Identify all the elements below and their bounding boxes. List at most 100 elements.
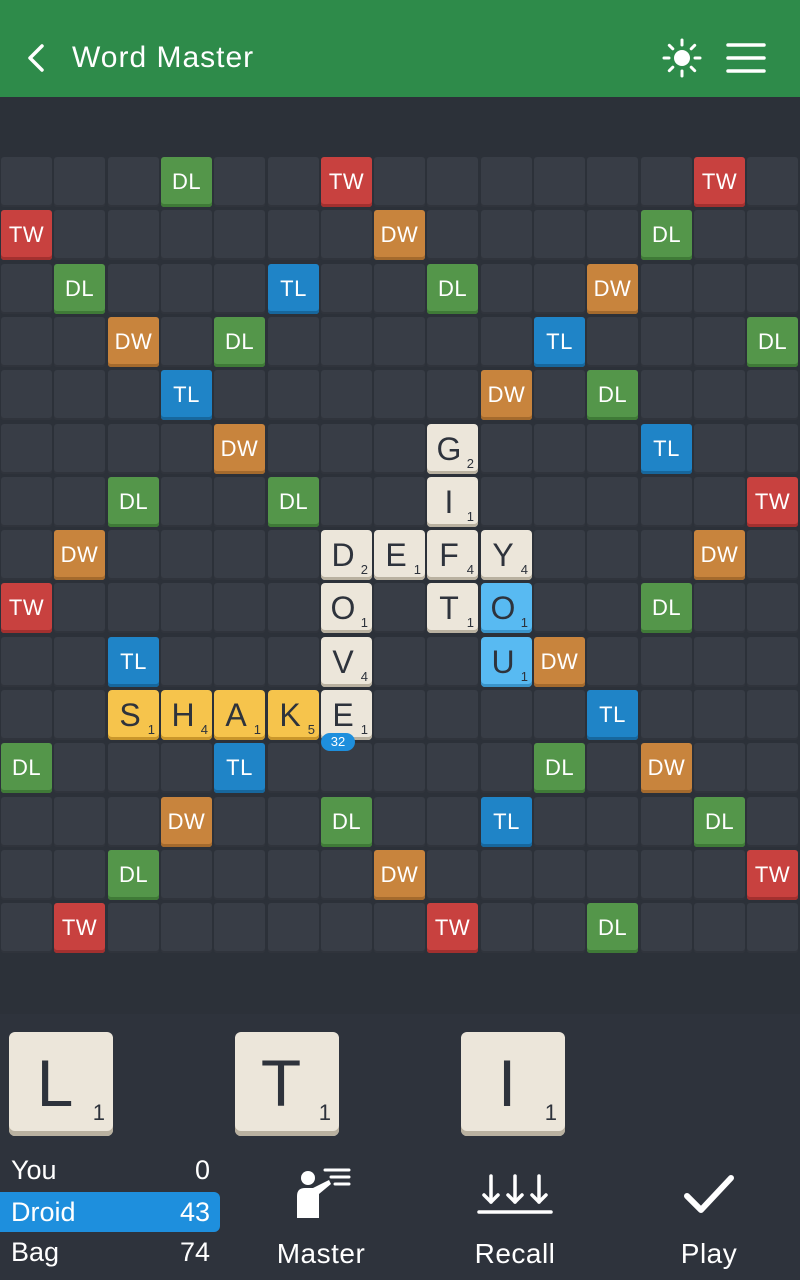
premium-square-dw[interactable]: DW: [694, 530, 745, 580]
board-cell[interactable]: [427, 157, 478, 207]
board-cell[interactable]: [54, 690, 105, 740]
board-cell[interactable]: [587, 424, 638, 474]
board-cell[interactable]: [161, 743, 212, 793]
premium-square-dw[interactable]: DW: [54, 530, 105, 580]
board-cell[interactable]: [268, 210, 319, 260]
board-cell[interactable]: [161, 317, 212, 367]
board-cell[interactable]: [161, 903, 212, 953]
board-cell[interactable]: [427, 743, 478, 793]
premium-square-tl[interactable]: TL: [214, 743, 265, 793]
play-button[interactable]: Play: [646, 1156, 772, 1276]
board-cell[interactable]: [374, 317, 425, 367]
board-cell[interactable]: [587, 477, 638, 527]
premium-square-dw[interactable]: DW: [587, 264, 638, 314]
board-cell[interactable]: [747, 210, 798, 260]
board-cell[interactable]: [374, 264, 425, 314]
premium-square-tw[interactable]: TW: [1, 583, 52, 633]
premium-square-dw[interactable]: DW: [641, 743, 692, 793]
board-cell[interactable]: [747, 157, 798, 207]
board-cell[interactable]: [481, 690, 532, 740]
premium-square-dl[interactable]: DL: [268, 477, 319, 527]
board-cell[interactable]: [321, 370, 372, 420]
premium-square-dl[interactable]: DL: [1, 743, 52, 793]
premium-square-dl[interactable]: DL: [641, 210, 692, 260]
rack-tile[interactable]: T 1: [235, 1032, 339, 1136]
board-cell[interactable]: [54, 850, 105, 900]
premium-square-tw[interactable]: TW: [427, 903, 478, 953]
board-cell[interactable]: [321, 317, 372, 367]
premium-square-tw[interactable]: TW: [1, 210, 52, 260]
board-cell[interactable]: [641, 477, 692, 527]
board-cell[interactable]: [214, 637, 265, 687]
board-cell[interactable]: [694, 850, 745, 900]
board-cell[interactable]: [747, 690, 798, 740]
board-cell[interactable]: [1, 370, 52, 420]
board-cell[interactable]: [374, 743, 425, 793]
board-cell[interactable]: [587, 797, 638, 847]
board-cell[interactable]: [534, 424, 585, 474]
premium-square-dl[interactable]: DL: [587, 903, 638, 953]
board-cell[interactable]: [1, 424, 52, 474]
board-cell[interactable]: [587, 583, 638, 633]
premium-square-tl[interactable]: TL: [534, 317, 585, 367]
board-cell[interactable]: [641, 530, 692, 580]
master-button[interactable]: Master: [258, 1156, 384, 1276]
board-cell[interactable]: [214, 157, 265, 207]
board-cell[interactable]: [321, 850, 372, 900]
board-cell[interactable]: [481, 210, 532, 260]
board-cell[interactable]: [694, 370, 745, 420]
board-cell[interactable]: [54, 637, 105, 687]
board-cell[interactable]: [641, 850, 692, 900]
premium-square-dl[interactable]: DL: [108, 477, 159, 527]
board-cell[interactable]: [54, 317, 105, 367]
premium-square-dw[interactable]: DW: [374, 210, 425, 260]
board-cell[interactable]: [1, 317, 52, 367]
board-cell[interactable]: [214, 210, 265, 260]
premium-square-tw[interactable]: TW: [694, 157, 745, 207]
board-cell[interactable]: [747, 424, 798, 474]
board-cell[interactable]: [374, 903, 425, 953]
board-cell[interactable]: [108, 424, 159, 474]
board-cell[interactable]: [427, 797, 478, 847]
board-cell[interactable]: [268, 370, 319, 420]
board-cell[interactable]: [214, 903, 265, 953]
board-cell[interactable]: [214, 477, 265, 527]
premium-square-dw[interactable]: DW: [108, 317, 159, 367]
board-cell[interactable]: [481, 477, 532, 527]
board-cell[interactable]: [481, 157, 532, 207]
board-cell[interactable]: [214, 370, 265, 420]
premium-square-tl[interactable]: TL: [161, 370, 212, 420]
board-cell[interactable]: [747, 637, 798, 687]
board-cell[interactable]: [268, 530, 319, 580]
premium-square-dw[interactable]: DW: [534, 637, 585, 687]
board-cell[interactable]: [534, 797, 585, 847]
board-cell[interactable]: [747, 743, 798, 793]
board-cell[interactable]: [694, 690, 745, 740]
board-cell[interactable]: [694, 424, 745, 474]
board-cell[interactable]: [694, 637, 745, 687]
board-cell[interactable]: [481, 317, 532, 367]
board-cell[interactable]: [587, 530, 638, 580]
board-cell[interactable]: [161, 530, 212, 580]
board-cell[interactable]: [587, 317, 638, 367]
premium-square-dw[interactable]: DW: [481, 370, 532, 420]
board-cell[interactable]: [587, 743, 638, 793]
board-cell[interactable]: [427, 850, 478, 900]
rack-tile[interactable]: I 1: [461, 1032, 565, 1136]
board-tile[interactable]: K5: [268, 690, 319, 740]
board-cell[interactable]: [587, 157, 638, 207]
premium-square-dl[interactable]: DL: [587, 370, 638, 420]
board-cell[interactable]: [694, 264, 745, 314]
premium-square-dl[interactable]: DL: [214, 317, 265, 367]
board-cell[interactable]: [108, 157, 159, 207]
board-cell[interactable]: [374, 157, 425, 207]
board-cell[interactable]: [374, 477, 425, 527]
board-cell[interactable]: [108, 370, 159, 420]
board-cell[interactable]: [1, 264, 52, 314]
board-cell[interactable]: [534, 477, 585, 527]
board-cell[interactable]: [427, 690, 478, 740]
board-cell[interactable]: [54, 797, 105, 847]
premium-square-tw[interactable]: TW: [747, 850, 798, 900]
board-cell[interactable]: [534, 370, 585, 420]
board-cell[interactable]: [108, 797, 159, 847]
